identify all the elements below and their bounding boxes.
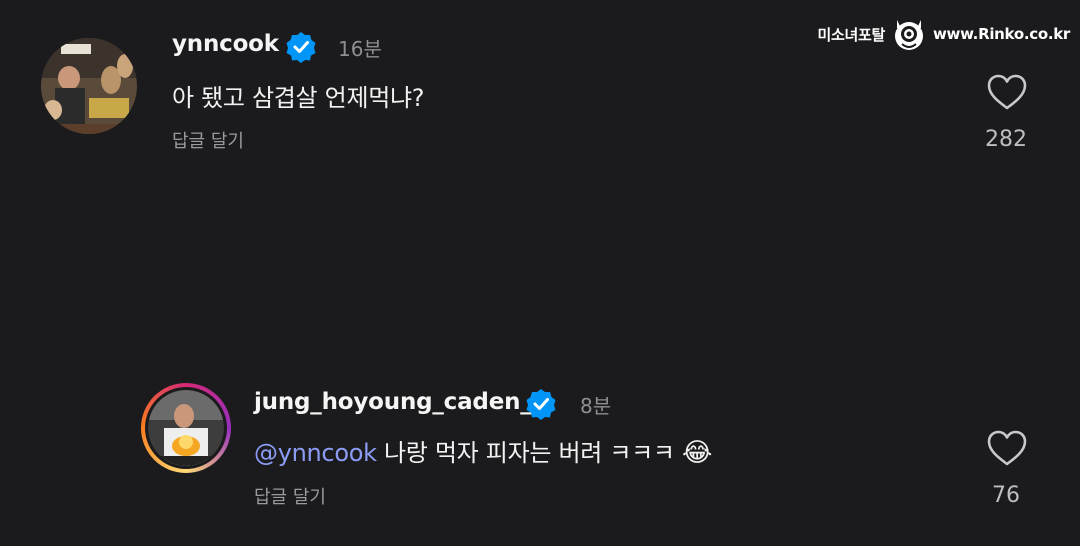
avatar-photo: [148, 390, 224, 466]
reply-button[interactable]: 답글 달기: [172, 127, 244, 153]
avatar-photo: [41, 38, 137, 134]
verified-badge-icon: [286, 32, 316, 63]
comment-timestamp: 16분: [338, 37, 382, 61]
verified-badge-icon: [526, 389, 556, 420]
comment-username[interactable]: jung_hoyoung_caden_: [254, 389, 532, 415]
heart-icon[interactable]: [985, 72, 1029, 112]
laughing-tears-emoji: 😂: [682, 438, 713, 468]
comment-timestamp: 8분: [580, 394, 612, 418]
reply-button[interactable]: 답글 달기: [254, 483, 326, 509]
comment-text: 아 됐고 삼겹살 언제먹냐?: [172, 84, 425, 112]
comment-item: ynncook 16분 아 됐고 삼겹살 언제먹냐? 답글 달기 282: [0, 0, 1080, 170]
like-count: 76: [992, 483, 1020, 508]
comment-text: @ynncook 나랑 먹자 피자는 버려 ㅋㅋㅋ 😂: [254, 433, 712, 468]
avatar-story-ring[interactable]: [141, 383, 231, 473]
avatar[interactable]: [41, 38, 137, 134]
like-count: 282: [985, 127, 1027, 152]
thread-comments-page: 미소녀포탈 www.Rinko.co.kr ynncook 16분 아 됐고 삼…: [0, 0, 1080, 546]
heart-icon[interactable]: [985, 428, 1029, 468]
comment-body: 나랑 먹자 피자는 버려 ㅋㅋㅋ: [376, 439, 683, 467]
comment-username[interactable]: ynncook: [172, 31, 279, 57]
mention-link[interactable]: @ynncook: [254, 439, 377, 467]
comment-item: jung_hoyoung_caden_ 8분 @ynncook 나랑 먹자 피자…: [0, 370, 1080, 540]
